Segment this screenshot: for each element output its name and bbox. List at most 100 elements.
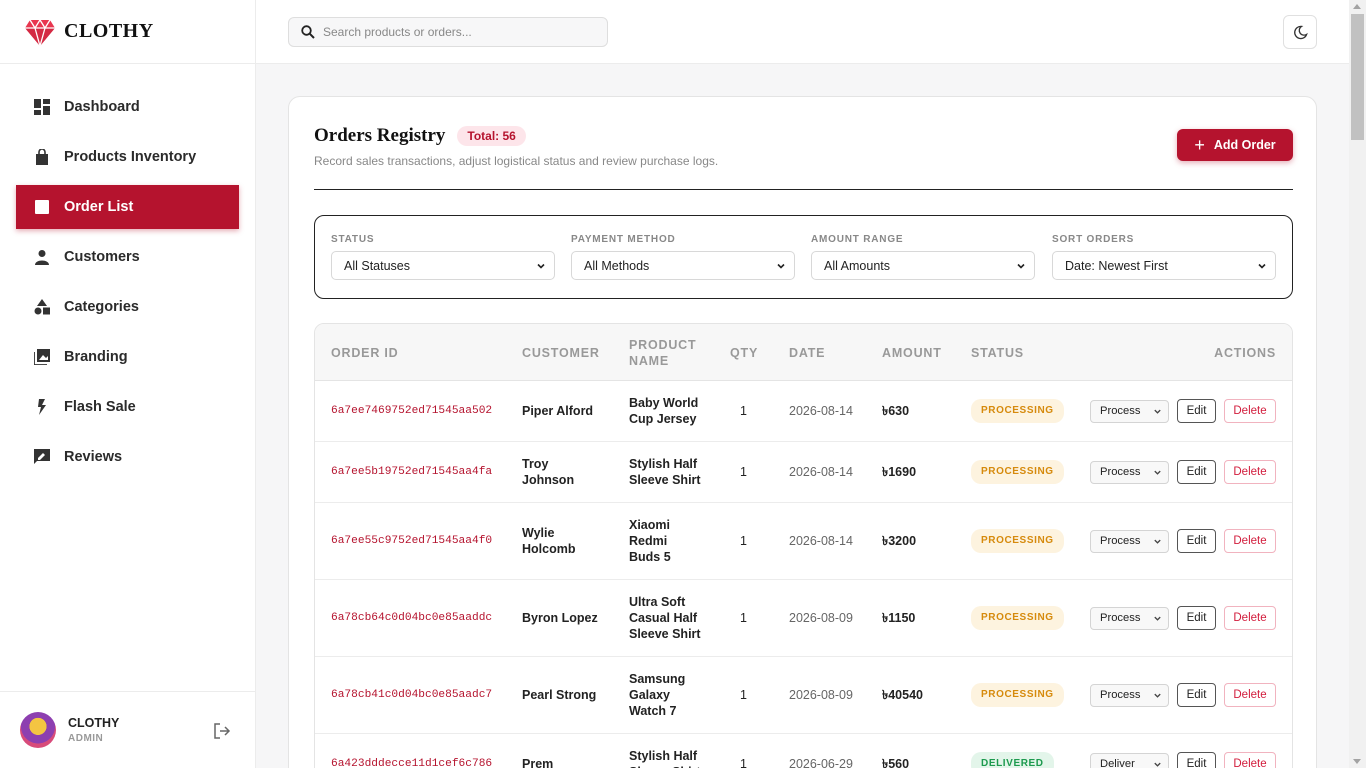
delete-button[interactable]: Delete [1224,752,1276,768]
logout-icon[interactable] [213,722,231,740]
customer-name: Byron Lopez [522,611,598,625]
filter-label: STATUS [331,234,375,245]
brand[interactable]: CLOTHY [0,0,255,64]
chevron-down-icon [777,263,785,269]
sidebar-nav: Dashboard Products Inventory Order List … [16,85,239,485]
sidebar-item-dashboard[interactable]: Dashboard [16,85,239,129]
column-header-status: STATUS [971,345,1024,360]
edit-button[interactable]: Edit [1177,399,1216,423]
chevron-down-icon [1154,693,1161,698]
row-actions: Process Edit Delete [1090,503,1276,579]
status-action-select[interactable]: Process [1090,606,1169,630]
delete-button[interactable]: Delete [1224,399,1276,423]
dashboard-icon [34,99,50,115]
edit-button[interactable]: Edit [1177,683,1216,707]
sidebar-item-branding[interactable]: Branding [16,335,239,379]
avatar[interactable] [20,712,56,748]
row-actions: Process Edit Delete [1090,657,1276,733]
quantity: 1 [740,465,747,479]
customer-name: Wylie Holcomb [522,526,576,556]
customer-name: Prem [522,757,554,768]
quantity: 1 [740,757,747,768]
column-header-amount: AMOUNT [882,345,942,360]
row-actions: Process Edit Delete [1090,580,1276,656]
sidebar-item-reviews[interactable]: Reviews [16,435,239,479]
order-date: 2026-08-09 [789,688,853,702]
status-action-select[interactable]: Deliver [1090,752,1169,768]
plus-icon: + [1194,135,1205,155]
select-value: All Amounts [824,258,891,273]
sidebar-item-label: Order List [64,199,134,215]
chevron-down-icon [1258,263,1266,269]
row-actions: Process Edit Delete [1090,442,1276,502]
product-name: Stylish Half Sleeve Shirt [629,457,701,487]
delete-button[interactable]: Delete [1224,529,1276,553]
amount-range-select[interactable]: All Amounts [811,251,1035,280]
scroll-up-arrow-icon[interactable] [1353,4,1361,9]
scroll-down-arrow-icon[interactable] [1353,759,1361,764]
delete-button[interactable]: Delete [1224,606,1276,630]
column-header-customer: CUSTOMER [522,345,600,360]
status-action-select[interactable]: Process [1090,529,1169,553]
add-order-button[interactable]: + Add Order [1177,129,1293,161]
edit-button[interactable]: Edit [1177,752,1216,768]
sort-orders-select[interactable]: Date: Newest First [1052,251,1276,280]
product-name: Stylish Half Sleeve Shirt [629,749,701,768]
theme-toggle-button[interactable] [1283,15,1317,49]
chevron-down-icon [537,263,545,269]
order-amount: ৳3200 [882,534,917,548]
chevron-down-icon [1154,762,1161,767]
delete-button[interactable]: Delete [1224,460,1276,484]
status-action-select[interactable]: Process [1090,683,1169,707]
status-action-select[interactable]: Process [1090,399,1169,423]
amount-range-filter: AMOUNT RANGE All Amounts [811,234,1035,280]
column-header-order-id: ORDER ID [331,345,399,360]
review-icon [34,449,50,465]
page-scrollbar[interactable] [1349,0,1366,768]
status-badge: PROCESSING [971,460,1064,484]
order-id[interactable]: 6a78cb64c0d04bc0e85aaddc [331,580,492,656]
sidebar-item-label: Flash Sale [64,399,136,415]
payment-method-select[interactable]: All Methods [571,251,795,280]
table-row: 6a7ee55c9752ed71545aa4f0 Wylie Holcomb X… [315,503,1292,580]
title-row: Orders Registry Total: 56 [314,125,526,147]
select-value: Process [1100,535,1141,547]
user-role: ADMIN [68,733,104,744]
product-name: Ultra Soft Casual Half Sleeve Shirt [629,595,701,641]
order-date: 2026-08-14 [789,465,853,479]
edit-button[interactable]: Edit [1177,529,1216,553]
sidebar-item-flash-sale[interactable]: Flash Sale [16,385,239,429]
search-input[interactable] [323,25,593,39]
sidebar-item-label: Branding [64,349,128,365]
select-value: Process [1100,689,1141,701]
bolt-icon [34,399,50,415]
search-icon [301,25,315,39]
order-id[interactable]: 6a78cb41c0d04bc0e85aadc7 [331,657,492,733]
sidebar-item-customers[interactable]: Customers [16,235,239,279]
user-name: CLOTHY [68,716,120,730]
edit-button[interactable]: Edit [1177,460,1216,484]
scrollbar-thumb[interactable] [1351,14,1364,140]
product-name: Samsung Galaxy Watch 7 [629,672,686,718]
order-id[interactable]: 6a7ee55c9752ed71545aa4f0 [331,503,492,579]
delete-button[interactable]: Delete [1224,683,1276,707]
select-value: Process [1100,405,1141,417]
chevron-down-icon [1154,470,1161,475]
orders-table: ORDER ID CUSTOMER PRODUCT NAME QTY DATE … [314,323,1293,768]
diamond-logo-icon [25,18,55,48]
status-select[interactable]: All Statuses [331,251,555,280]
chevron-down-icon [1154,409,1161,414]
sidebar-item-order-list[interactable]: Order List [16,185,239,229]
sidebar-item-categories[interactable]: Categories [16,285,239,329]
moon-icon [1293,25,1308,39]
order-date: 2026-08-14 [789,534,853,548]
status-badge: PROCESSING [971,529,1064,553]
order-id[interactable]: 6a7ee7469752ed71545aa502 [331,381,492,441]
sidebar-item-products-inventory[interactable]: Products Inventory [16,135,239,179]
edit-button[interactable]: Edit [1177,606,1216,630]
status-action-select[interactable]: Process [1090,460,1169,484]
image-icon [34,349,50,365]
topbar [256,0,1349,64]
order-id[interactable]: 6a423dddecce11d1cef6c786 [331,734,492,768]
order-id[interactable]: 6a7ee5b19752ed71545aa4fa [331,442,492,502]
